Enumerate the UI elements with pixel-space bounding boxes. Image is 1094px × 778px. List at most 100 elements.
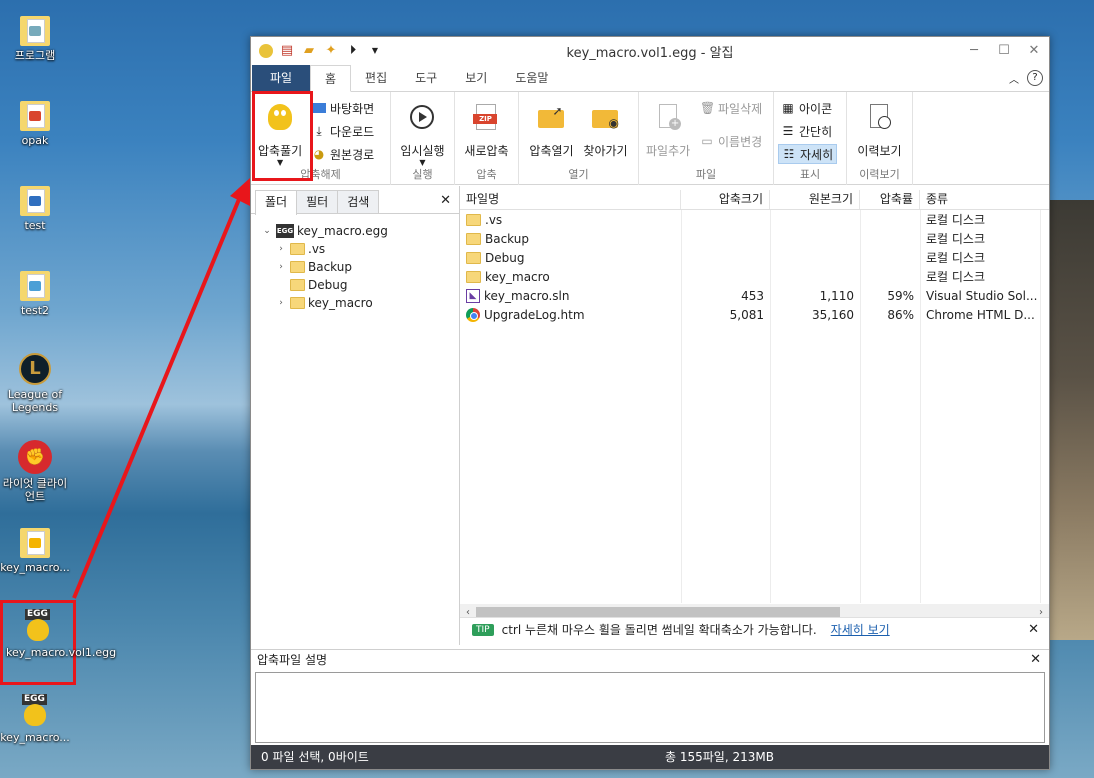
tree-item-label: .vs — [308, 242, 326, 256]
expand-icon[interactable]: › — [275, 298, 287, 308]
extract-to-downloads-button[interactable]: ⤓ 다운로드 — [309, 121, 377, 141]
tab-tools[interactable]: 도구 — [401, 65, 451, 91]
file-list-header: 파일명 압축크기 원본크기 압축률 종류 — [460, 186, 1049, 210]
close-icon[interactable]: ✕ — [440, 193, 451, 208]
view-detail-button[interactable]: ☷ 자세히 — [778, 144, 838, 164]
view-simple-button[interactable]: ☰ 간단히 — [778, 121, 837, 141]
find-location-icon: ◉ — [588, 102, 622, 136]
desktop-icon-label: League of Legends — [7, 388, 63, 414]
add-file-icon: + — [651, 102, 685, 136]
desktop-icon-opak[interactable]: opak — [0, 101, 70, 147]
tip-text: ctrl 누른채 마우스 휠을 돌리면 썸네일 확대축소가 가능합니다. — [501, 623, 817, 637]
maximize-icon[interactable]: ☐ — [989, 37, 1019, 65]
egg-archive-icon: EGG — [276, 224, 294, 238]
delete-file-button[interactable]: 🗑 파일삭제 — [697, 98, 765, 118]
tree-item[interactable]: › Backup — [261, 258, 459, 276]
collapse-icon[interactable]: ⌄ — [261, 226, 273, 236]
table-row[interactable]: .vs 로컬 디스크 — [460, 210, 1049, 229]
tab-edit[interactable]: 편집 — [351, 65, 401, 91]
description-header: 압축파일 설명 ✕ — [251, 650, 1049, 670]
help-icon[interactable]: ? — [1027, 70, 1043, 86]
group-history: 이력보기 이력보기 — [847, 92, 913, 185]
tree-item[interactable]: › key_macro — [261, 294, 459, 312]
tab-file[interactable]: 파일 — [252, 65, 310, 91]
table-row[interactable]: ◣ key_macro.sln 453 1,110 59% Visual Studio S… — [460, 286, 1049, 305]
tab-filter[interactable]: 필터 — [296, 190, 339, 213]
desktop-icon-label: key_macro... — [0, 561, 70, 574]
desktop-icon-key-macro-shortcut[interactable]: key_macro... — [0, 528, 70, 574]
column-ratio[interactable]: 압축률 — [860, 190, 920, 209]
extract-to-original-button[interactable]: ◕ 원본경로 — [309, 144, 377, 164]
tip-more-link[interactable]: 자세히 보기 — [831, 621, 890, 638]
rename-button[interactable]: ▭ 이름변경 — [697, 131, 765, 151]
tab-home[interactable]: 홈 — [310, 65, 352, 92]
selection-status: 0 파일 선택, 0바이트 — [261, 750, 369, 764]
original-path-icon: ◕ — [313, 147, 325, 161]
visual-studio-icon: ◣ — [466, 288, 480, 303]
desktop-icon-key-macro-egg2[interactable]: EGG key_macro... — [0, 694, 70, 744]
column-compressed-size[interactable]: 압축크기 — [681, 190, 770, 209]
table-row[interactable]: key_macro 로컬 디스크 — [460, 267, 1049, 286]
tree-root[interactable]: ⌄ EGG key_macro.egg — [261, 222, 459, 240]
group-label: 실행 — [412, 168, 433, 181]
run-temp-button[interactable]: 임시실행 ▼ — [397, 96, 447, 169]
history-button[interactable]: 이력보기 — [854, 96, 904, 161]
table-row[interactable]: UpgradeLog.htm 5,081 35,160 86% Chrome HTML … — [460, 305, 1049, 324]
description-textbox[interactable] — [255, 672, 1045, 743]
column-name[interactable]: 파일명 — [460, 190, 681, 209]
find-location-button[interactable]: ◉ 찾아가기 — [580, 96, 630, 161]
tree-root-label: key_macro.egg — [297, 224, 388, 238]
file-name: key_macro.sln — [484, 288, 570, 303]
column-type[interactable]: 종류 — [920, 190, 1040, 209]
extract-highlight-box — [252, 91, 313, 181]
new-compress-button[interactable]: ZIP 새로압축 — [461, 96, 511, 161]
tab-search[interactable]: 검색 — [337, 190, 380, 213]
group-view: ▦ 아이콘 ☰ 간단히 ☷ 자세히 표시 — [774, 92, 847, 185]
desktop-icon-riot[interactable]: ✊ 라이엇 클라이언트 — [0, 440, 70, 503]
collapse-ribbon-icon[interactable]: ︿ — [1009, 71, 1019, 86]
desktop-icon-test[interactable]: test — [0, 186, 70, 232]
league-of-legends-icon: L — [19, 353, 51, 385]
close-icon[interactable]: ✕ — [1030, 650, 1041, 670]
qat-dropdown-icon[interactable]: ▼ — [367, 43, 383, 59]
add-file-button[interactable]: + 파일추가 — [643, 96, 693, 161]
alzip-window: ▤ ▰ ✦ ⏵ ▼ key_macro.vol1.egg - 알집 ─ ☐ ✕ … — [250, 36, 1050, 770]
folder-icon — [290, 243, 305, 255]
expand-icon[interactable]: › — [275, 244, 287, 254]
extract-to-desktop-button[interactable]: 바탕화면 — [309, 98, 377, 118]
desktop-icon-label: 라이엇 클라이언트 — [2, 477, 68, 503]
original-size: 1,110 — [819, 288, 854, 303]
view-options: ▦ 아이콘 ☰ 간단히 ☷ 자세히 — [778, 98, 838, 164]
group-label: 이력보기 — [859, 168, 900, 181]
close-icon[interactable]: ✕ — [1028, 622, 1039, 637]
tree-item[interactable]: › .vs — [261, 240, 459, 258]
view-icons-button[interactable]: ▦ 아이콘 — [778, 98, 837, 118]
desktop-icon-league[interactable]: L League of Legends — [0, 353, 70, 414]
tree-item[interactable]: Debug — [261, 276, 459, 294]
compression-ratio: 86% — [887, 307, 914, 322]
tab-view[interactable]: 보기 — [451, 65, 501, 91]
total-status: 총 155파일, 213MB — [665, 750, 774, 764]
desktop-icon-programs[interactable]: 프로그램 — [0, 16, 70, 62]
play-circle-icon — [405, 102, 439, 136]
expand-icon[interactable]: › — [275, 262, 287, 272]
tab-folders[interactable]: 폴더 — [255, 190, 298, 215]
desktop-icon-test2[interactable]: test2 — [0, 271, 70, 317]
group-label: 표시 — [799, 168, 821, 181]
open-folder-icon[interactable]: ▰ — [301, 43, 317, 59]
folder-icon — [20, 186, 50, 216]
column-original-size[interactable]: 원본크기 — [770, 190, 860, 209]
group-run: 임시실행 ▼ 실행 — [391, 92, 455, 185]
new-zip-icon[interactable]: ▤ — [279, 43, 295, 59]
folder-icon — [20, 101, 50, 131]
minimize-icon[interactable]: ─ — [959, 37, 989, 65]
close-icon[interactable]: ✕ — [1019, 37, 1049, 65]
extract-mini-icon[interactable]: ✦ — [323, 43, 339, 59]
table-row[interactable]: Backup 로컬 디스크 — [460, 229, 1049, 248]
open-archive-button[interactable]: ➚ 압축열기 — [526, 96, 576, 161]
desktop-icon-key-macro-egg-selected[interactable]: EGG key_macro.vol1.egg — [0, 600, 116, 685]
file-type: 로컬 디스크 — [926, 251, 986, 265]
table-row[interactable]: Debug 로컬 디스크 — [460, 248, 1049, 267]
play-icon[interactable]: ⏵ — [345, 43, 361, 59]
tab-help[interactable]: 도움말 — [501, 65, 562, 91]
